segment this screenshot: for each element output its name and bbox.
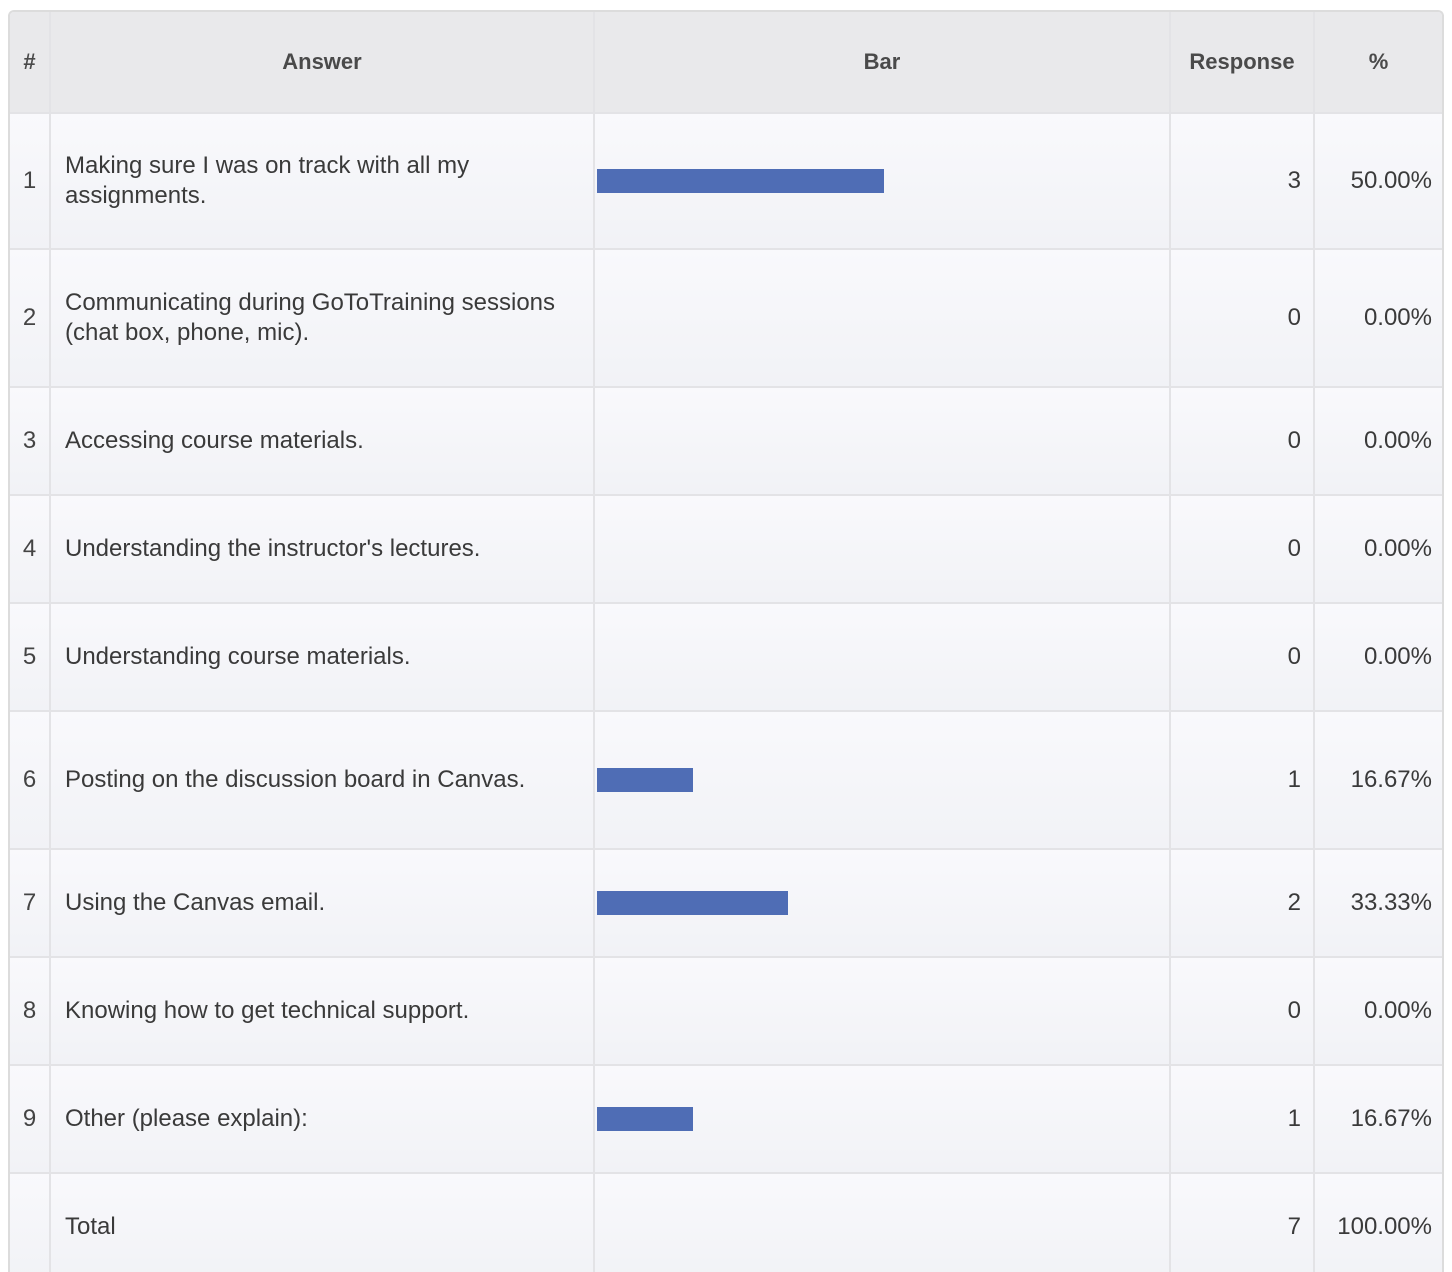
answer-text: Other (please explain): [50,1065,595,1174]
row-number: 2 [10,249,51,388]
total-percent: 100.00% [1314,1173,1442,1272]
response-count: 0 [1170,957,1315,1066]
answer-text: Understanding course materials. [50,603,595,712]
table-row: 3 Accessing course materials. 0 0.00% [10,387,1442,496]
response-percent: 50.00% [1314,113,1442,250]
row-number: 3 [10,387,51,496]
table-row: 1 Making sure I was on track with all my… [10,113,1442,250]
results-table-container: # Answer Bar Response % 1 Making sure I … [8,10,1444,1272]
header-percent: % [1314,12,1442,114]
header-answer: Answer [50,12,595,114]
answer-text: Accessing course materials. [50,387,595,496]
results-table: # Answer Bar Response % 1 Making sure I … [10,12,1442,1272]
header-response: Response [1170,12,1315,114]
bar-cell [594,1065,1171,1174]
response-percent: 0.00% [1314,387,1442,496]
answer-text: Knowing how to get technical support. [50,957,595,1066]
response-bar [597,169,884,193]
response-bar [597,768,693,792]
answer-text: Making sure I was on track with all my a… [50,113,595,250]
row-number: 7 [10,849,51,958]
table-row: 2 Communicating during GoToTraining sess… [10,249,1442,388]
table-row: 9 Other (please explain): 1 16.67% [10,1065,1442,1174]
total-response: 7 [1170,1173,1315,1272]
answer-text: Posting on the discussion board in Canva… [50,711,595,850]
response-count: 0 [1170,249,1315,388]
total-bar-cell [594,1173,1171,1272]
response-bar [597,891,788,915]
total-row: Total 7 100.00% [10,1173,1442,1272]
response-percent: 33.33% [1314,849,1442,958]
bar-cell [594,387,1171,496]
bar-cell [594,711,1171,850]
response-count: 0 [1170,495,1315,604]
row-number: 6 [10,711,51,850]
bar-cell [594,249,1171,388]
table-row: 4 Understanding the instructor's lecture… [10,495,1442,604]
response-count: 1 [1170,1065,1315,1174]
response-count: 3 [1170,113,1315,250]
table-row: 7 Using the Canvas email. 2 33.33% [10,849,1442,958]
answer-text: Using the Canvas email. [50,849,595,958]
header-bar: Bar [594,12,1171,114]
response-percent: 16.67% [1314,1065,1442,1174]
bar-cell [594,603,1171,712]
response-percent: 0.00% [1314,495,1442,604]
header-row: # Answer Bar Response % [10,12,1442,114]
response-count: 0 [1170,387,1315,496]
table-row: 8 Knowing how to get technical support. … [10,957,1442,1066]
row-number: 5 [10,603,51,712]
response-percent: 0.00% [1314,603,1442,712]
row-number: 8 [10,957,51,1066]
table-row: 6 Posting on the discussion board in Can… [10,711,1442,850]
header-num: # [10,12,51,114]
answer-text: Understanding the instructor's lectures. [50,495,595,604]
response-bar [597,1107,693,1131]
table-row: 5 Understanding course materials. 0 0.00… [10,603,1442,712]
bar-cell [594,957,1171,1066]
row-number: 4 [10,495,51,604]
total-number-cell [10,1173,51,1272]
row-number: 1 [10,113,51,250]
response-percent: 16.67% [1314,711,1442,850]
response-count: 1 [1170,711,1315,850]
bar-cell [594,495,1171,604]
row-number: 9 [10,1065,51,1174]
response-percent: 0.00% [1314,957,1442,1066]
response-percent: 0.00% [1314,249,1442,388]
bar-cell [594,849,1171,958]
response-count: 2 [1170,849,1315,958]
response-count: 0 [1170,603,1315,712]
total-label: Total [50,1173,595,1272]
bar-cell [594,113,1171,250]
answer-text: Communicating during GoToTraining sessio… [50,249,595,388]
